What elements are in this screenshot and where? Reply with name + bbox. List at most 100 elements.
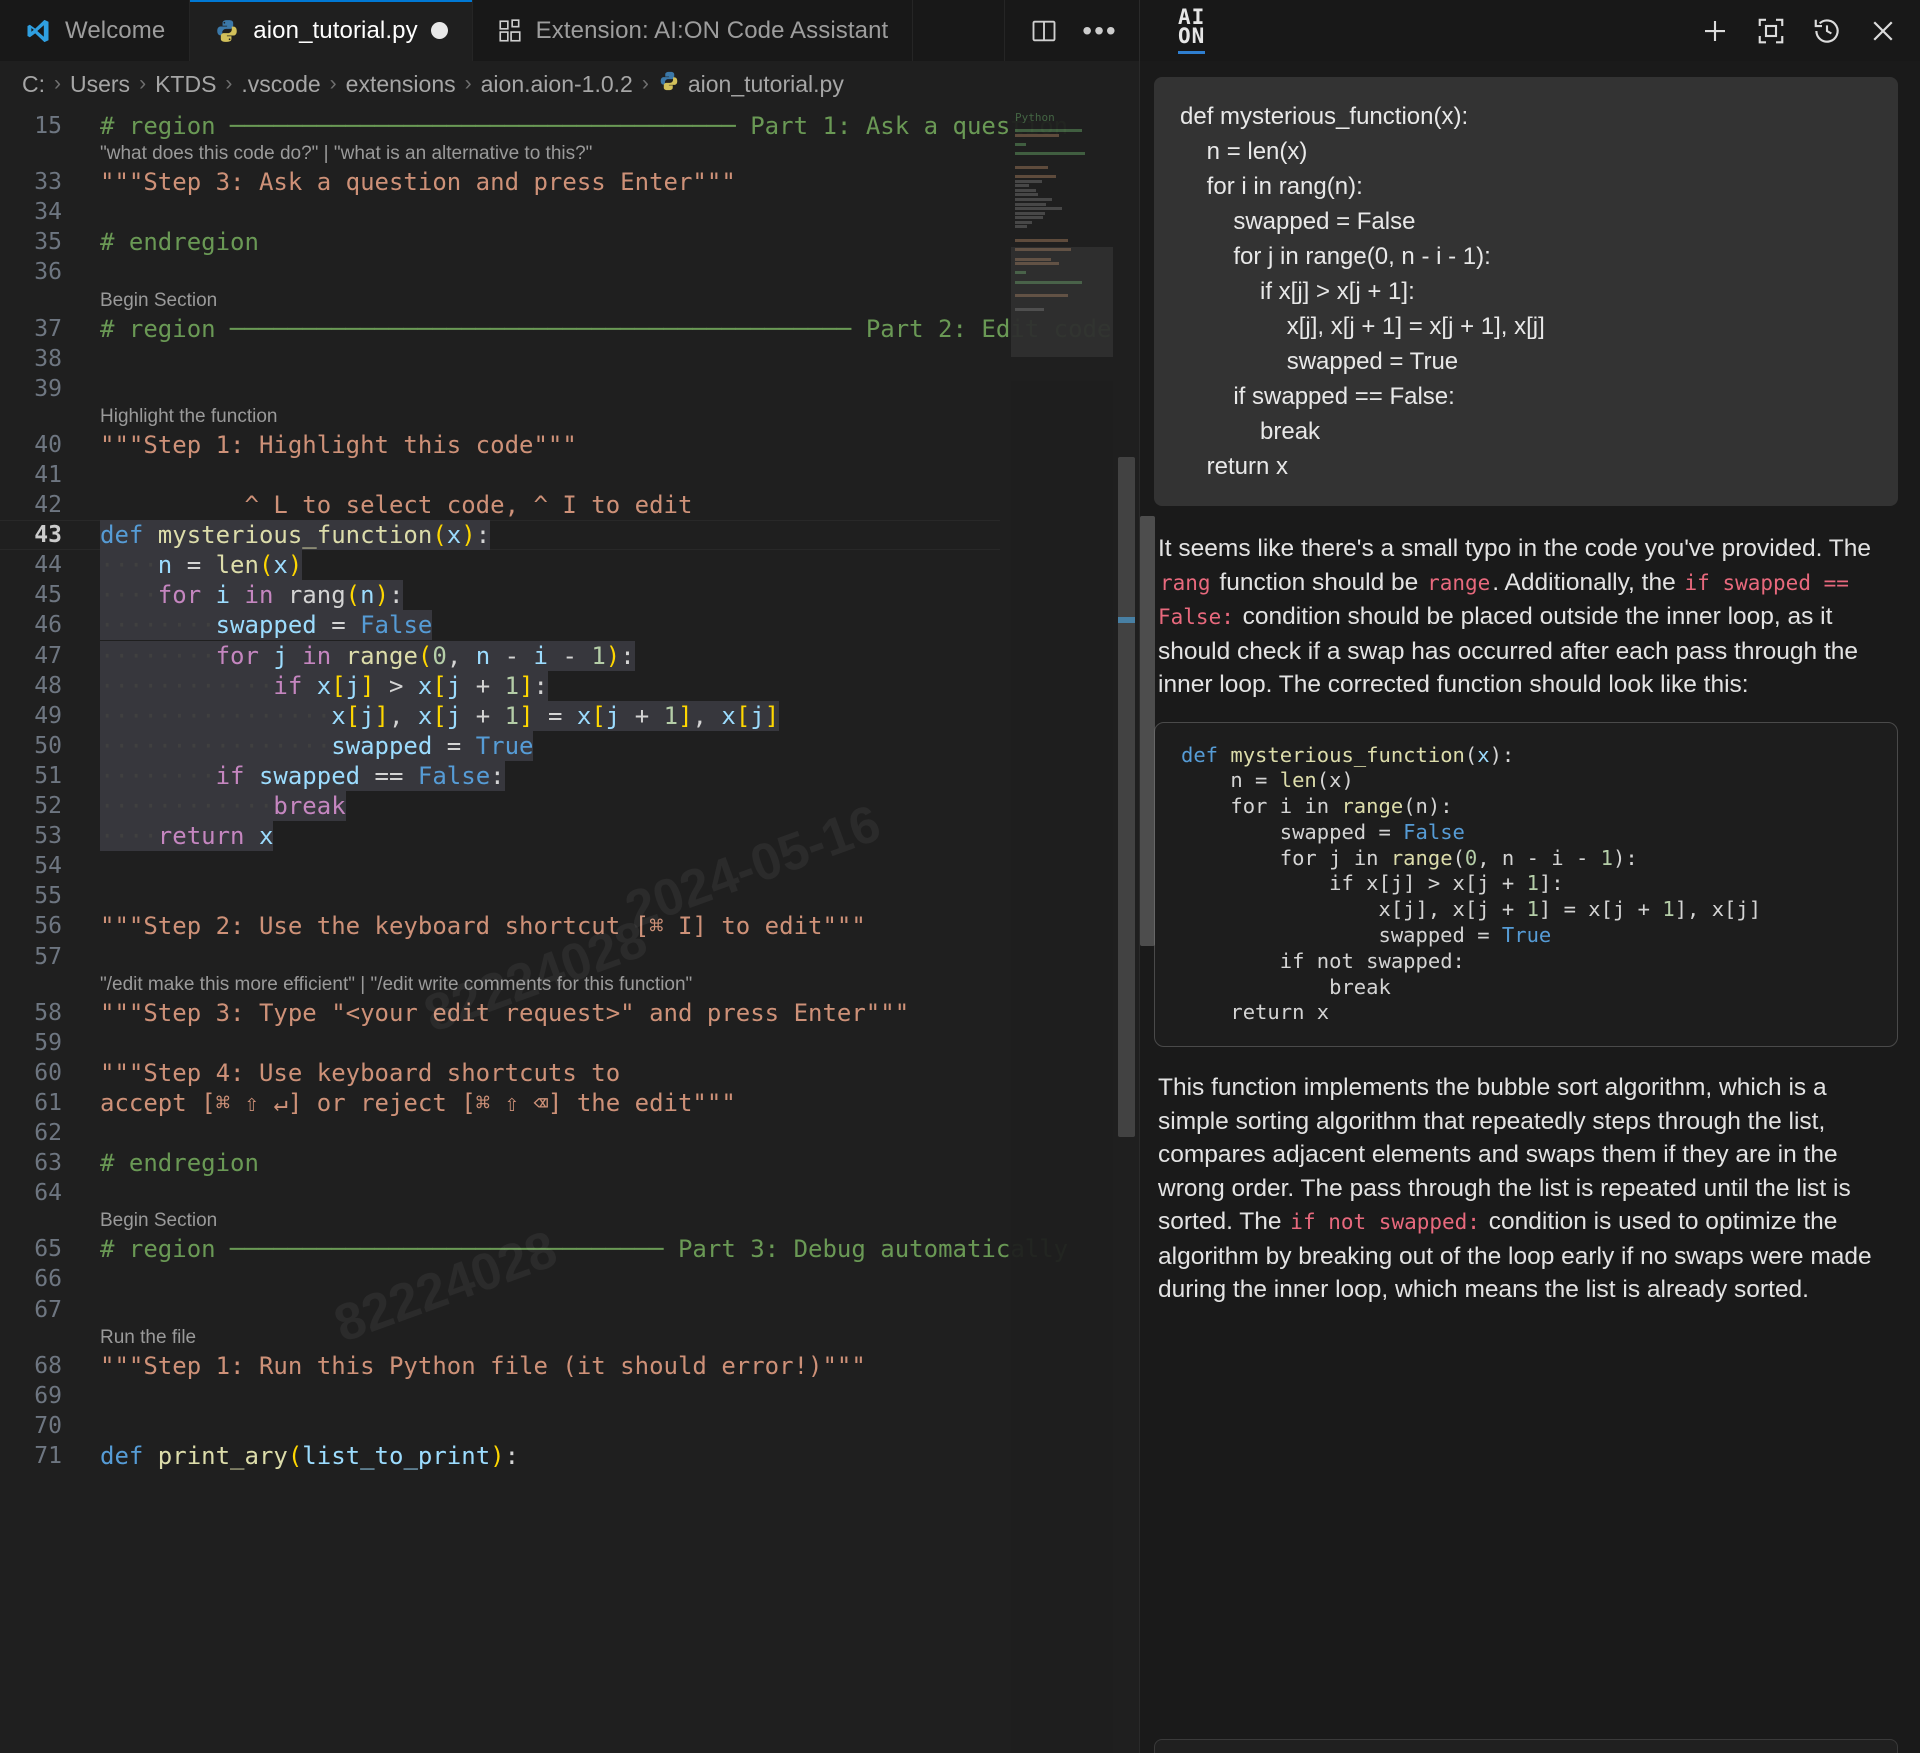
assistant-code-line: for j in range(0, n - i - 1):: [1181, 846, 1871, 872]
code-line[interactable]: 68"""Step 1: Run this Python file (it sh…: [0, 1351, 1000, 1381]
split-editor-icon[interactable]: [1027, 14, 1061, 48]
code-line[interactable]: 54: [0, 851, 1000, 881]
line-number: 66: [0, 1264, 62, 1294]
minimap-line: [1015, 129, 1082, 132]
minimap-line: [1015, 161, 1109, 164]
breadcrumb-item-3[interactable]: .vscode: [241, 71, 320, 98]
line-number: 60: [0, 1058, 62, 1088]
code-line[interactable]: 66: [0, 1264, 1000, 1294]
assistant-input-box[interactable]: [1154, 1739, 1898, 1753]
code-line[interactable]: 71def print_ary(list_to_print):: [0, 1441, 1000, 1471]
code-line[interactable]: 70: [0, 1411, 1000, 1441]
inline-hint-text: Begin Section: [100, 1208, 217, 1234]
breadcrumb-item-6[interactable]: aion_tutorial.py: [658, 70, 844, 98]
code-line[interactable]: 46········swapped = False: [0, 610, 1000, 640]
code-line-text: ············break: [100, 791, 346, 821]
line-number: 51: [0, 761, 62, 791]
breadcrumb-item-0[interactable]: C:: [22, 71, 45, 98]
code-line-text: # endregion: [100, 227, 259, 257]
code-line[interactable]: 38: [0, 344, 1000, 374]
editor-tab-bar: Welcome aion_tutorial.py: [0, 0, 1139, 61]
tab-welcome[interactable]: Welcome: [0, 0, 190, 61]
line-number: 65: [0, 1234, 62, 1264]
code-line-text: ················swapped = True: [100, 731, 533, 761]
minimap-line: [1015, 198, 1052, 201]
line-number: 55: [0, 881, 62, 911]
code-line[interactable]: 52 ············break: [0, 791, 1000, 821]
code-line[interactable]: 39: [0, 374, 1000, 404]
code-line-text: ········for j in range(0, n - i - 1):: [100, 641, 635, 671]
paragraph-text: It seems like there's a small typo in th…: [1158, 535, 1871, 562]
code-line[interactable]: 58"""Step 3: Type "<your edit request>" …: [0, 998, 1000, 1028]
breadcrumb-separator: ›: [225, 72, 232, 96]
assistant-code-block[interactable]: def mysterious_function(x): n = len(x) f…: [1154, 722, 1898, 1048]
code-line-text: # region ────────────────────────────── …: [100, 1234, 1068, 1264]
inline-code: if not swapped:: [1288, 1210, 1482, 1234]
code-line[interactable]: 50················swapped = True: [0, 731, 1000, 761]
code-line[interactable]: 49················x[j], x[j + 1] = x[j +…: [0, 701, 1000, 731]
maximize-panel-icon[interactable]: [1756, 16, 1786, 46]
history-icon[interactable]: [1812, 16, 1842, 46]
code-line[interactable]: 41: [0, 460, 1000, 490]
code-line[interactable]: 61accept [⌘ ⇧ ↵] or reject [⌘ ⇧ ⌫] the e…: [0, 1088, 1000, 1118]
breadcrumb-item-2[interactable]: KTDS: [155, 71, 216, 98]
editor-vertical-scrollbar[interactable]: [1118, 457, 1135, 1137]
code-line[interactable]: 45····for i in rang(n):: [0, 580, 1000, 610]
code-editor[interactable]: 15# region ─────────────────────────────…: [0, 107, 1139, 1753]
unsaved-indicator-dot[interactable]: [431, 22, 448, 39]
breadcrumb-item-1[interactable]: Users: [70, 71, 130, 98]
code-line[interactable]: 42 ^ L to select code, ^ I to edit: [0, 490, 1000, 520]
editor-minimap[interactable]: Python: [1011, 107, 1113, 1753]
code-line[interactable]: 56"""Step 2: Use the keyboard shortcut […: [0, 911, 1000, 941]
line-number: 62: [0, 1118, 62, 1148]
code-line-text: """Step 3: Ask a question and press Ente…: [100, 167, 736, 197]
code-line-text: ^ L to select code, ^ I to edit: [100, 490, 692, 520]
code-line[interactable]: 63# endregion: [0, 1148, 1000, 1178]
code-line[interactable]: 40"""Step 1: Highlight this code""": [0, 430, 1000, 460]
code-line[interactable]: 36: [0, 257, 1000, 287]
code-line[interactable]: 67: [0, 1295, 1000, 1325]
more-actions-icon[interactable]: •••: [1083, 14, 1117, 48]
code-line[interactable]: 51········if swapped == False:: [0, 761, 1000, 791]
code-line[interactable]: 57: [0, 942, 1000, 972]
extensions-icon: [497, 18, 523, 44]
aion-conversation[interactable]: def mysterious_function(x): n = len(x) f…: [1140, 61, 1920, 1753]
inline-hint-text: Run the file: [100, 1325, 196, 1351]
breadcrumb-filename: aion_tutorial.py: [688, 71, 844, 98]
code-line[interactable]: 47········for j in range(0, n - i - 1):: [0, 641, 1000, 671]
close-panel-icon[interactable]: [1868, 16, 1898, 46]
code-line[interactable]: 44····n = len(x): [0, 550, 1000, 580]
code-line-text: """Step 4: Use keyboard shortcuts to: [100, 1058, 620, 1088]
vscode-logo-icon: [24, 17, 52, 45]
code-line[interactable]: 55: [0, 881, 1000, 911]
code-line-text: ············if x[j] > x[j + 1]:: [100, 671, 548, 701]
minimap-slider[interactable]: [1011, 247, 1113, 357]
code-line[interactable]: 33"""Step 3: Ask a question and press En…: [0, 167, 1000, 197]
code-line[interactable]: 35# endregion: [0, 227, 1000, 257]
code-lines[interactable]: 15# region ─────────────────────────────…: [0, 107, 1000, 1753]
code-line[interactable]: 59: [0, 1028, 1000, 1058]
code-line-text: ····for i in rang(n):: [100, 580, 403, 610]
tab-aion-tutorial-py[interactable]: aion_tutorial.py: [190, 0, 472, 61]
tab-extension-aion-code-assistant[interactable]: Extension: AI:ON Code Assistant: [473, 0, 914, 61]
new-chat-icon[interactable]: [1700, 16, 1730, 46]
line-number: 46: [0, 610, 62, 640]
code-line[interactable]: 43def mysterious_function(x):: [0, 520, 1000, 550]
line-number: 52: [0, 791, 62, 821]
assistant-vertical-scrollbar[interactable]: [1140, 516, 1155, 946]
breadcrumb-item-4[interactable]: extensions: [346, 71, 456, 98]
code-line[interactable]: 53····return x: [0, 821, 1000, 851]
minimap-line: [1015, 166, 1048, 169]
breadcrumb-item-5[interactable]: aion.aion-1.0.2: [481, 71, 633, 98]
code-line[interactable]: 69: [0, 1381, 1000, 1411]
code-line[interactable]: 15# region ─────────────────────────────…: [0, 111, 1000, 141]
code-line[interactable]: 37# region ─────────────────────────────…: [0, 314, 1000, 344]
code-line[interactable]: 34: [0, 197, 1000, 227]
code-line[interactable]: 62: [0, 1118, 1000, 1148]
assistant-code-line: if x[j] > x[j + 1]:: [1181, 871, 1871, 897]
code-line[interactable]: 65# region ─────────────────────────────…: [0, 1234, 1000, 1264]
code-line[interactable]: 48············if x[j] > x[j + 1]:: [0, 671, 1000, 701]
code-line[interactable]: 64: [0, 1178, 1000, 1208]
minimap-line: [1015, 235, 1109, 238]
code-line[interactable]: 60 """Step 4: Use keyboard shortcuts to: [0, 1058, 1000, 1088]
